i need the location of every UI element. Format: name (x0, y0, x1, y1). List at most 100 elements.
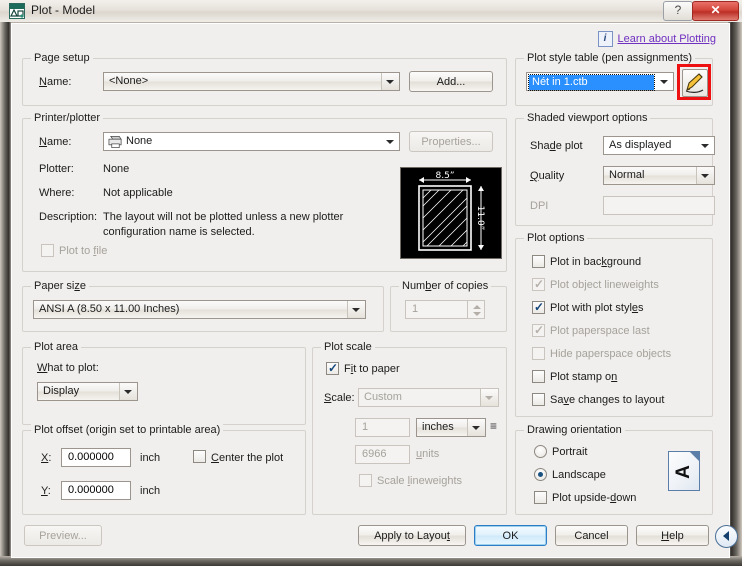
printer-name-label: Name: (39, 136, 72, 148)
plot-in-background-checkbox[interactable] (532, 255, 545, 268)
collapse-left-icon[interactable] (715, 525, 738, 548)
ok-button[interactable]: OK (474, 525, 547, 546)
quality-value: Normal (609, 169, 645, 181)
offset-x-label: X: (41, 452, 52, 464)
printer-properties-button[interactable]: Properties... (409, 131, 493, 152)
where-value: Not applicable (103, 187, 173, 199)
scale-unit-combo[interactable]: inches (416, 418, 486, 437)
printer-name-value: None (126, 135, 153, 147)
offset-x-input[interactable]: 0.000000 (61, 448, 131, 467)
save-changes-to-layout-checkbox[interactable] (532, 393, 545, 406)
plot-style-edit-button[interactable] (682, 69, 708, 97)
paper-preview-thumbnail: 8.5” 11.0” (400, 167, 502, 259)
help-button[interactable]: Help (636, 525, 709, 546)
chevron-down-icon (696, 167, 714, 184)
plot-to-file-label: Plot to file (59, 245, 108, 257)
page-setup-name-label: Name: (39, 76, 72, 88)
chevron-down-icon (656, 73, 673, 90)
check-icon: ✓ (328, 361, 339, 375)
copies-spinner[interactable] (468, 300, 485, 319)
scale-label: Scale: (324, 392, 355, 404)
spinner-down-icon (473, 312, 481, 316)
center-the-plot-checkbox[interactable] (193, 450, 206, 463)
page-setup-caption: Page setup (31, 52, 93, 64)
check-icon: ✓ (534, 277, 545, 291)
paper-size-group: Paper size ANSI A (8.50 x 11.00 Inches) (22, 280, 384, 332)
dpi-input[interactable] (603, 196, 715, 215)
scale-numerator-input[interactable]: 1 (355, 418, 410, 437)
plotter-value: None (103, 163, 130, 175)
printer-name-combo[interactable]: None (103, 132, 400, 151)
dpi-label: DPI (530, 200, 549, 212)
chevron-down-icon (480, 389, 498, 406)
scale-lineweights-checkbox[interactable] (359, 474, 372, 487)
preview-button[interactable]: Preview... (24, 525, 102, 546)
dialog-footer: Preview... Apply to Layout OK Cancel Hel… (12, 515, 738, 557)
shade-plot-combo[interactable]: As displayed (603, 136, 715, 155)
plot-scale-caption: Plot scale (321, 341, 375, 353)
plot-upside-down-checkbox[interactable] (534, 491, 547, 504)
learn-about-plotting-link[interactable]: Learn about Plotting (618, 33, 716, 45)
orientation-glyph: A (673, 465, 694, 479)
quality-label: Quality (530, 170, 565, 182)
hide-paperspace-objects-checkbox[interactable] (532, 347, 545, 360)
plot-object-lineweights-checkbox[interactable]: ✓ (532, 278, 545, 291)
offset-y-input[interactable]: 0.000000 (61, 481, 131, 500)
check-icon: ✓ (534, 300, 545, 314)
close-icon: ✕ (710, 3, 721, 17)
paper-size-caption: Paper size (31, 280, 89, 292)
plotter-label: Plotter: (39, 163, 74, 175)
shade-plot-label: Shade plot (530, 140, 583, 152)
description-label: Description: (39, 211, 98, 223)
scale-combo[interactable]: Custom (358, 388, 499, 407)
pencil-edit-icon (685, 73, 704, 93)
page-setup-name-combo[interactable]: <None> (103, 72, 400, 91)
cancel-button[interactable]: Cancel (555, 525, 628, 546)
radio-selected-dot (538, 472, 543, 477)
add-page-setup-button[interactable]: Add... (409, 71, 493, 92)
window-frame-left (0, 22, 11, 566)
save-changes-to-layout-label: Save changes to layout (550, 394, 665, 406)
plot-paperspace-last-label: Plot paperspace last (550, 325, 650, 337)
fit-to-paper-checkbox[interactable]: ✓ (326, 362, 339, 375)
printer-plotter-caption: Printer/plotter (31, 112, 104, 124)
page-landscape-icon: A (668, 451, 700, 491)
page-setup-group: Page setup Name: <None> Add... (22, 52, 507, 106)
titlebar-help-button[interactable]: ? (663, 1, 693, 21)
fit-to-paper-label: Fit to paper (344, 363, 400, 375)
what-to-plot-label: What to plot: (37, 362, 99, 374)
scale-value: Custom (364, 391, 402, 403)
plot-to-file-checkbox[interactable] (41, 244, 54, 257)
plot-with-plot-styles-checkbox[interactable]: ✓ (532, 301, 545, 314)
title-bar: Plot - Model ? ✕ (0, 0, 742, 23)
plot-scale-group: Plot scale ✓ Fit to paper Scale: Custom … (312, 341, 507, 515)
drawing-orientation-caption: Drawing orientation (524, 424, 625, 436)
portrait-label: Portrait (552, 446, 588, 458)
scale-denominator-value: 6966 (362, 448, 387, 460)
quality-combo[interactable]: Normal (603, 166, 715, 185)
scale-numerator-value: 1 (362, 421, 369, 433)
plot-object-lineweights-label: Plot object lineweights (550, 279, 659, 291)
equals-icon: ≡ (490, 419, 498, 433)
plot-in-background-label: Plot in background (550, 256, 642, 268)
titlebar-close-button[interactable]: ✕ (692, 1, 739, 21)
printer-icon (108, 136, 122, 148)
offset-x-value: 0.000000 (68, 451, 114, 463)
plot-style-combo[interactable]: Nét in 1.ctb (526, 72, 674, 91)
apply-to-layout-button[interactable]: Apply to Layout (358, 525, 466, 546)
plot-paperspace-last-checkbox[interactable]: ✓ (532, 324, 545, 337)
landscape-radio[interactable] (534, 468, 547, 481)
spinner-up-icon (473, 305, 481, 309)
copies-input[interactable]: 1 (405, 300, 468, 319)
plot-with-plot-styles-label: Plot with plot styles (550, 302, 644, 314)
landscape-label: Landscape (552, 469, 606, 481)
plot-style-selection: Nét in 1.ctb (528, 74, 655, 91)
portrait-radio[interactable] (534, 445, 547, 458)
what-to-plot-combo[interactable]: Display (37, 382, 138, 401)
paper-size-value: ANSI A (8.50 x 11.00 Inches) (39, 303, 180, 315)
window-frame-right (728, 22, 742, 566)
scale-denominator-input[interactable]: 6966 (355, 445, 410, 464)
plot-stamp-on-checkbox[interactable] (532, 370, 545, 383)
chevron-down-icon (697, 137, 714, 154)
paper-size-combo[interactable]: ANSI A (8.50 x 11.00 Inches) (33, 300, 366, 319)
